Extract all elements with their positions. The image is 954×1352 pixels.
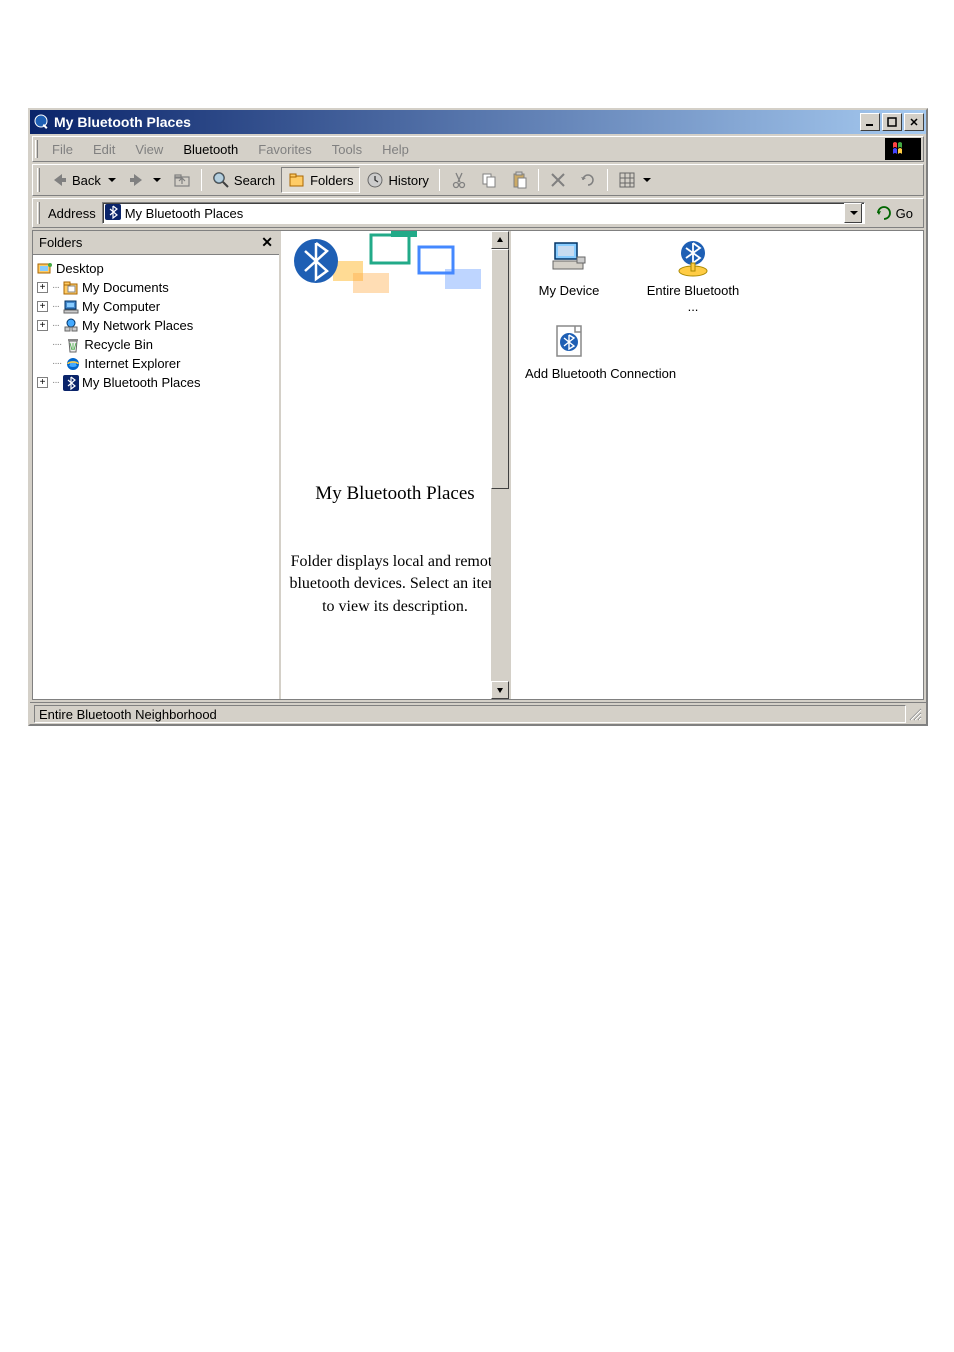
menu-edit[interactable]: Edit bbox=[83, 139, 125, 160]
address-label: Address bbox=[46, 206, 98, 221]
address-dropdown[interactable] bbox=[844, 203, 862, 223]
bluetooth-globe-icon bbox=[673, 239, 713, 279]
titlebar: My Bluetooth Places bbox=[30, 110, 926, 134]
add-bluetooth-icon bbox=[549, 322, 589, 362]
address-field[interactable]: My Bluetooth Places bbox=[102, 202, 865, 224]
search-button[interactable]: Search bbox=[206, 168, 281, 192]
statusbar: Entire Bluetooth Neighborhood bbox=[30, 702, 926, 724]
menu-help[interactable]: Help bbox=[372, 139, 419, 160]
close-icon[interactable]: ✕ bbox=[261, 234, 273, 251]
scrollbar[interactable] bbox=[491, 231, 509, 699]
tree-item-mycomputer[interactable]: + ··· My Computer bbox=[35, 297, 277, 316]
cut-button[interactable] bbox=[444, 168, 474, 192]
maximize-button[interactable] bbox=[882, 113, 902, 131]
chevron-down-icon bbox=[643, 178, 651, 182]
chevron-down-icon bbox=[108, 178, 116, 182]
back-label: Back bbox=[72, 173, 101, 188]
recycle-icon bbox=[65, 337, 81, 353]
separator bbox=[201, 169, 202, 191]
undo-button[interactable] bbox=[573, 168, 603, 192]
folders-pane-header: Folders ✕ bbox=[33, 231, 279, 255]
separator bbox=[607, 169, 608, 191]
folders-label: Folders bbox=[310, 173, 353, 188]
desktop-icon bbox=[37, 261, 53, 277]
folders-pane: Folders ✕ Desktop + ··· My Documents + ·… bbox=[33, 231, 281, 699]
bluetooth-icon bbox=[105, 204, 121, 223]
grip[interactable] bbox=[37, 168, 40, 192]
go-button[interactable]: Go bbox=[869, 202, 919, 224]
ie-icon bbox=[65, 356, 81, 372]
folder-tree: Desktop + ··· My Documents + ··· My Comp… bbox=[33, 255, 279, 396]
scroll-down-button[interactable] bbox=[491, 681, 509, 699]
tree-item-recyclebin[interactable]: ···· Recycle Bin bbox=[35, 335, 277, 354]
menu-favorites[interactable]: Favorites bbox=[248, 139, 321, 160]
item-entire-bluetooth[interactable]: Entire Bluetooth ... bbox=[645, 239, 741, 314]
item-add-connection[interactable]: Add Bluetooth Connection bbox=[521, 322, 913, 382]
search-label: Search bbox=[234, 173, 275, 188]
menu-view[interactable]: View bbox=[125, 139, 173, 160]
item-my-device[interactable]: My Device bbox=[521, 239, 617, 314]
tree-item-mydocuments[interactable]: + ··· My Documents bbox=[35, 278, 277, 297]
info-description: Folder displays local and remote bluetoo… bbox=[281, 551, 509, 618]
toolbar: Back Search Folders History bbox=[32, 164, 924, 196]
paste-button[interactable] bbox=[504, 168, 534, 192]
views-button[interactable] bbox=[612, 168, 657, 192]
delete-button[interactable] bbox=[543, 168, 573, 192]
address-value: My Bluetooth Places bbox=[125, 206, 244, 221]
chevron-down-icon bbox=[153, 178, 161, 182]
tree-item-ie[interactable]: ···· Internet Explorer bbox=[35, 354, 277, 373]
network-icon bbox=[63, 318, 79, 334]
info-title: My Bluetooth Places bbox=[281, 483, 509, 505]
menu-tools[interactable]: Tools bbox=[322, 139, 372, 160]
grip[interactable] bbox=[37, 202, 40, 224]
folders-pane-title: Folders bbox=[39, 235, 82, 250]
computer-icon bbox=[549, 239, 589, 279]
copy-button[interactable] bbox=[474, 168, 504, 192]
icons-pane: My Device Entire Bluetooth ... Add Bluet… bbox=[511, 231, 923, 699]
menu-bluetooth[interactable]: Bluetooth bbox=[173, 139, 248, 160]
menu-file[interactable]: File bbox=[42, 139, 83, 160]
scroll-thumb[interactable] bbox=[491, 249, 509, 489]
status-text: Entire Bluetooth Neighborhood bbox=[34, 705, 906, 723]
grip[interactable] bbox=[35, 140, 38, 158]
explorer-window: My Bluetooth Places File Edit View Bluet… bbox=[28, 108, 928, 726]
back-button[interactable]: Back bbox=[44, 168, 122, 192]
close-button[interactable] bbox=[904, 113, 924, 131]
expand-icon[interactable]: + bbox=[37, 282, 48, 293]
expand-icon[interactable]: + bbox=[37, 377, 48, 388]
tree-item-desktop[interactable]: Desktop bbox=[35, 259, 277, 278]
expand-icon[interactable]: + bbox=[37, 301, 48, 312]
address-bar: Address My Bluetooth Places Go bbox=[32, 198, 924, 228]
history-label: History bbox=[388, 173, 428, 188]
tree-item-mynetwork[interactable]: + ··· My Network Places bbox=[35, 316, 277, 335]
separator bbox=[538, 169, 539, 191]
app-icon bbox=[34, 114, 50, 130]
info-pane: My Bluetooth Places Folder displays loca… bbox=[281, 231, 511, 699]
bluetooth-icon bbox=[63, 375, 79, 391]
windows-logo bbox=[885, 138, 921, 160]
menubar: File Edit View Bluetooth Favorites Tools… bbox=[32, 136, 924, 162]
go-label: Go bbox=[896, 206, 913, 221]
history-button[interactable]: History bbox=[360, 168, 434, 192]
resize-grip[interactable] bbox=[906, 707, 922, 721]
folder-icon bbox=[63, 280, 79, 296]
separator bbox=[439, 169, 440, 191]
info-banner bbox=[281, 231, 509, 293]
content-area: Folders ✕ Desktop + ··· My Documents + ·… bbox=[32, 230, 924, 700]
expand-icon[interactable]: + bbox=[37, 320, 48, 331]
forward-button[interactable] bbox=[122, 168, 167, 192]
minimize-button[interactable] bbox=[860, 113, 880, 131]
scroll-up-button[interactable] bbox=[491, 231, 509, 249]
up-button[interactable] bbox=[167, 168, 197, 192]
window-title: My Bluetooth Places bbox=[54, 114, 858, 130]
folders-button[interactable]: Folders bbox=[281, 167, 360, 193]
computer-icon bbox=[63, 299, 79, 315]
tree-item-bluetooth[interactable]: + ··· My Bluetooth Places bbox=[35, 373, 277, 392]
